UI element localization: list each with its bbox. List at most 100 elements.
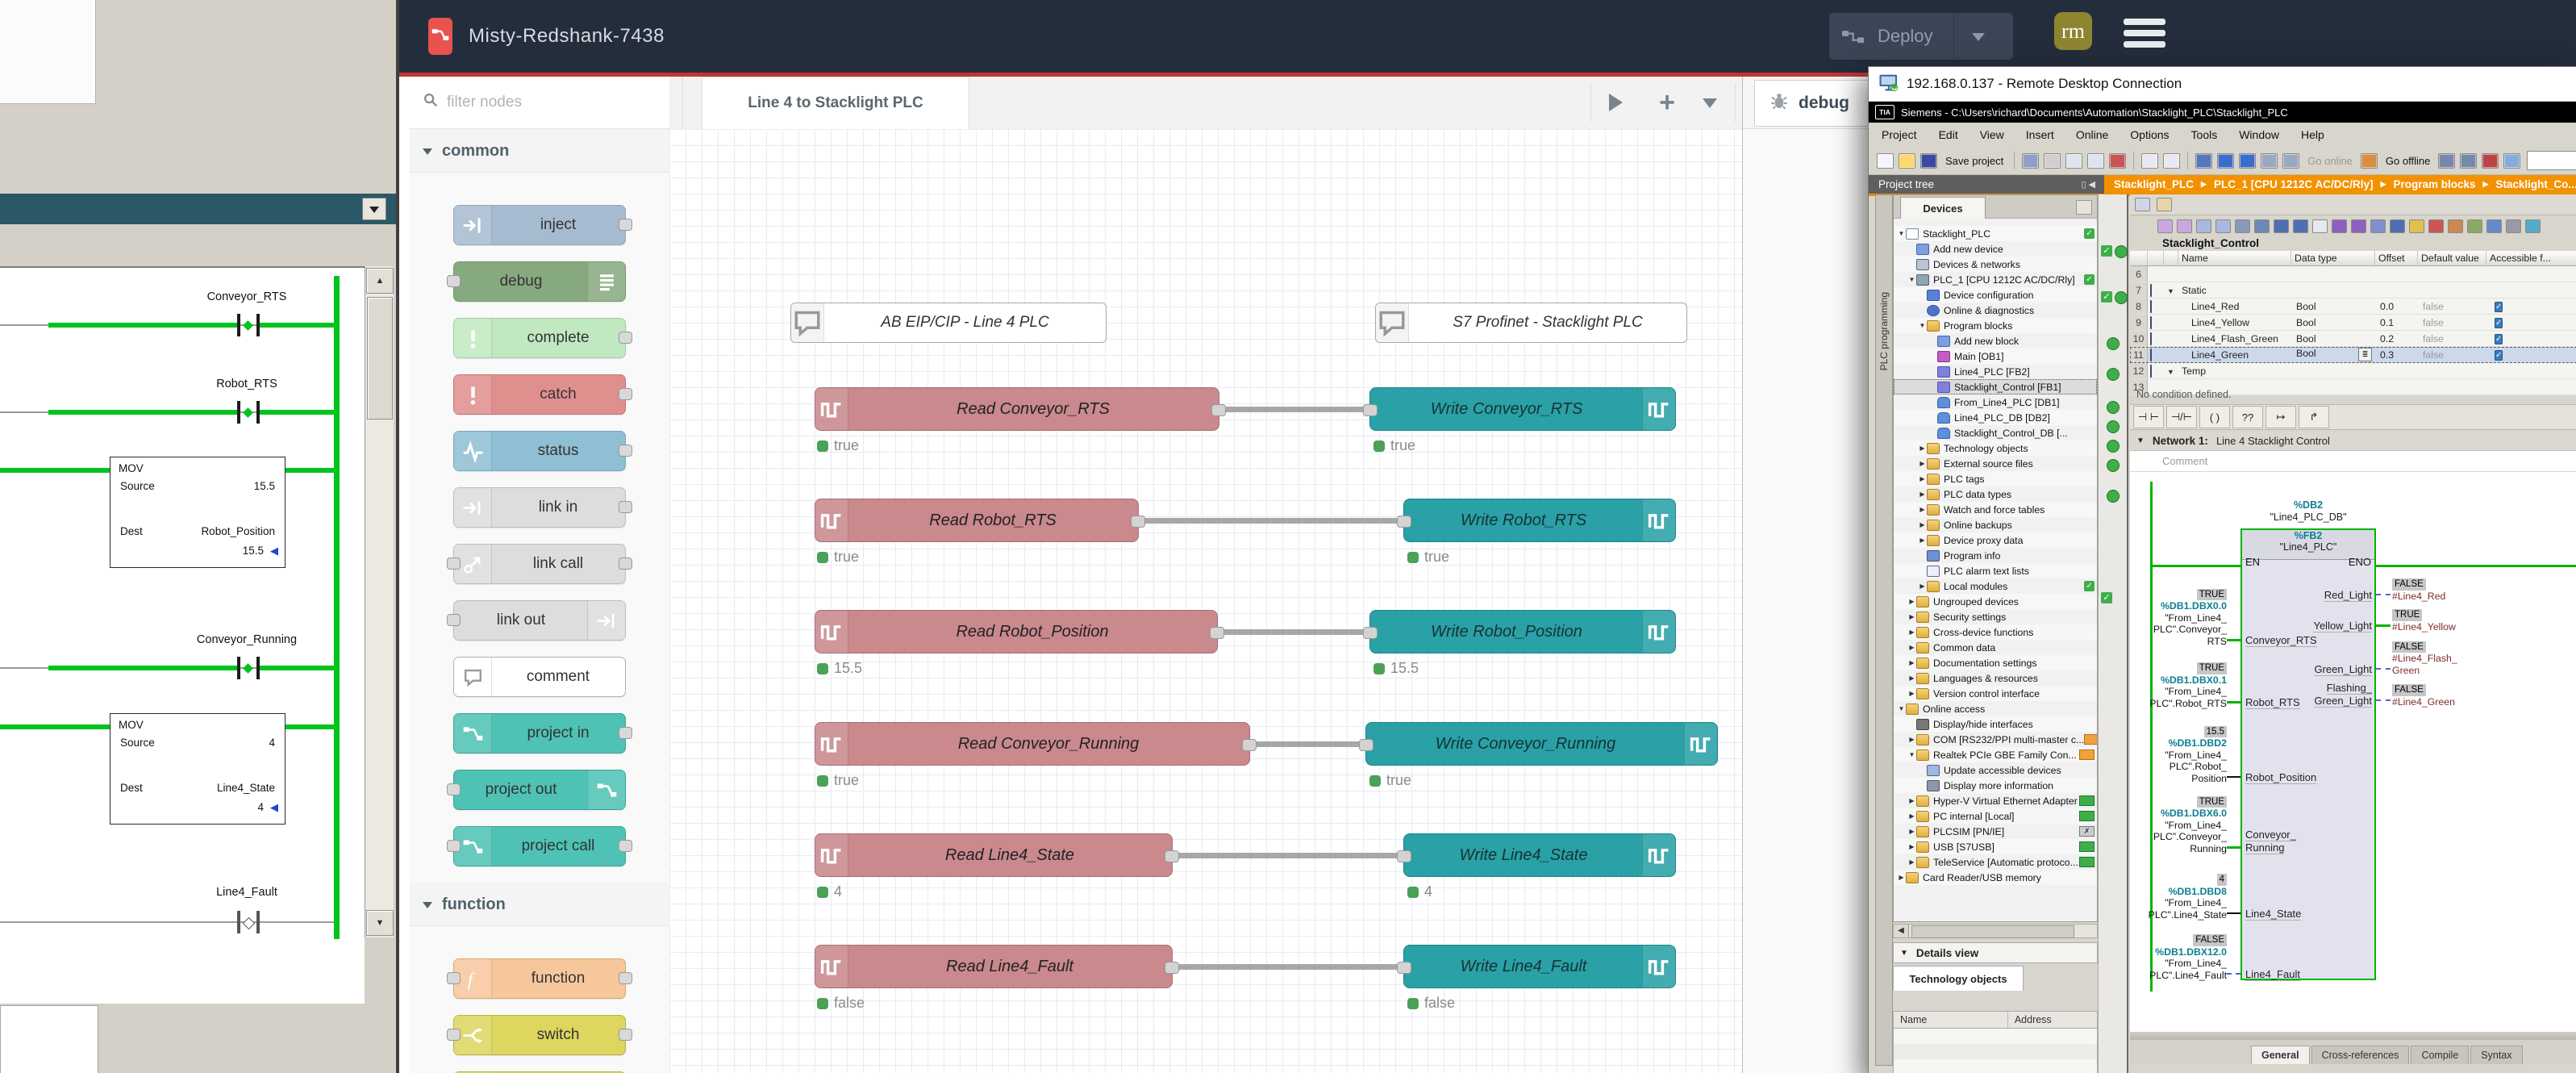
editor-toolbar-icon[interactable] (2486, 219, 2502, 233)
tree-item[interactable]: Program info (1894, 548, 2097, 563)
tab-compile[interactable]: Compile (2411, 1046, 2469, 1064)
node-Read-Line4_Fault[interactable]: Read Line4_Fault (815, 945, 1173, 988)
node-Write-Robot_Position[interactable]: Write Robot_Position (1369, 610, 1676, 653)
tree-item[interactable]: ▶ Card Reader/USB memory (1894, 870, 2097, 885)
tree-item[interactable]: ▶ COM [RS232/PPI multi-master c... (1894, 732, 2097, 747)
node-Read-Conveyor_RTS[interactable]: Read Conveyor_RTS (815, 387, 1219, 431)
tab-syntax[interactable]: Syntax (2470, 1046, 2522, 1064)
input-pin-Line4_State[interactable]: Line4_State (2245, 908, 2301, 921)
tree-item[interactable]: ▶ USB [S7USB] (1894, 839, 2097, 854)
output-operand[interactable]: FALSE#Line4_Flash_Green (2392, 641, 2457, 677)
input-pin-Conveyor_Running[interactable]: Conveyor_Running (2245, 829, 2296, 854)
node-Write-Robot_RTS[interactable]: Write Robot_RTS (1403, 499, 1676, 542)
output-operand[interactable]: FALSE#Line4_Red (2392, 578, 2445, 602)
go-offline-button[interactable]: Go offline (2386, 155, 2430, 167)
input-operand[interactable]: 15.5%DB1.DBD2"From_Line4_PLC".Robot_Posi… (2165, 725, 2227, 785)
tree-item[interactable]: ▶ Technology objects (1894, 440, 2097, 456)
ladder-tool-icon[interactable]: ⊣ ⊢ (2133, 406, 2164, 428)
tree-item[interactable]: ▶ Watch and force tables (1894, 502, 2097, 517)
output-port[interactable] (619, 445, 632, 457)
node-Read-Conveyor_Running[interactable]: Read Conveyor_Running (815, 722, 1250, 766)
tia-ladder-canvas[interactable]: %DB2"Line4_PLC_DB" %FB2"Line4_PLC"ENENOC… (2130, 472, 2576, 1032)
output-pin-Green_Light[interactable]: Green_Light (2243, 663, 2372, 676)
menu-tools[interactable]: Tools (2191, 128, 2218, 141)
editor-icon[interactable] (2157, 198, 2172, 211)
toolbar-icon[interactable] (1920, 153, 1937, 169)
editor-toolbar-icon[interactable] (2332, 219, 2347, 233)
tree-horizontal-scrollbar[interactable]: ◀ (1893, 924, 2098, 938)
mov-instruction[interactable]: MOV Source4 DestLine4_State 4◀ (110, 713, 286, 825)
node-Read-Robot_RTS[interactable]: Read Robot_RTS (815, 499, 1139, 542)
input-port[interactable] (447, 557, 461, 570)
ladder-tag-Conveyor_Running[interactable]: Conveyor_Running (150, 633, 344, 646)
comment-node[interactable]: AB EIP/CIP - Line 4 PLC (790, 303, 1107, 343)
breadcrumb-item[interactable]: Stacklight_Co... (2495, 178, 2576, 190)
wire[interactable] (1136, 518, 1407, 524)
toolbar-icon[interactable] (2239, 153, 2256, 169)
deploy-options-icon[interactable] (1972, 33, 1985, 48)
node-Write-Line4_Fault[interactable]: Write Line4_Fault (1403, 945, 1676, 988)
menu-insert[interactable]: Insert (2026, 128, 2054, 141)
tab-general[interactable]: General (2251, 1046, 2310, 1064)
details-col-address[interactable]: Address (2008, 1012, 2097, 1028)
mov-instruction[interactable]: MOV Source15.5 DestRobot_Position 15.5◀ (110, 457, 286, 568)
avatar[interactable]: rm (2054, 12, 2092, 50)
toolbar-icon[interactable] (1899, 153, 1915, 169)
input-port[interactable] (447, 614, 461, 626)
table-row[interactable]: 9 Line4_Yellow Bool0.1 false ✓ (2130, 315, 2576, 331)
node-Write-Line4_State[interactable]: Write Line4_State (1403, 833, 1676, 877)
output-port[interactable] (619, 972, 632, 984)
tree-item[interactable]: Main [OB1] (1894, 349, 2097, 364)
menu-online[interactable]: Online (2076, 128, 2108, 141)
tree-item[interactable]: ▶ TeleService [Automatic protoco... (1894, 854, 2097, 870)
wire[interactable] (1169, 853, 1407, 858)
breadcrumb-item[interactable]: Program blocks (2393, 178, 2475, 190)
editor-toolbar-icon[interactable] (2428, 219, 2444, 233)
input-operand[interactable]: FALSE%DB1.DBX12.0"From_Line4_PLC".Line4_… (2149, 933, 2227, 981)
tree-item[interactable]: ▼ PLC_1 [CPU 1212C AC/DC/Rly]✓ (1894, 272, 2097, 287)
editor-toolbar-icon[interactable] (2215, 219, 2231, 233)
toolbar-icon[interactable] (2141, 153, 2158, 169)
output-port[interactable] (619, 219, 632, 231)
editor-toolbar-icon[interactable] (2312, 219, 2328, 233)
comment-node[interactable]: S7 Profinet - Stacklight PLC (1375, 303, 1687, 343)
details-view-header[interactable]: ▼Details view (1893, 942, 2098, 963)
toolbar-icon[interactable] (1877, 153, 1894, 169)
table-row[interactable]: 7▼ Static (2130, 282, 2576, 299)
table-row[interactable]: 10 Line4_Flash_Green Bool0.2 false ✓ (2130, 331, 2576, 347)
palette-node-complete[interactable]: complete (453, 318, 626, 358)
palette-node-function[interactable]: f function (453, 958, 626, 999)
editor-toolbar-icon[interactable] (2157, 219, 2173, 233)
network-comment[interactable]: Comment (2130, 451, 2576, 472)
tree-item[interactable]: ▼ Program blocks (1894, 318, 2097, 333)
breadcrumb-item[interactable]: PLC_1 [CPU 1212C AC/DC/Rly] (2214, 178, 2374, 190)
input-port[interactable] (447, 972, 461, 984)
tia-titlebar[interactable]: TIA Siemens - C:\Users\richard\Documents… (1869, 102, 2576, 123)
tree-item[interactable]: Online & diagnostics (1894, 303, 2097, 318)
input-operand[interactable]: TRUE%DB1.DBX6.0"From_Line4_PLC".Conveyor… (2153, 795, 2227, 855)
ladder-tag-Conveyor_RTS[interactable]: Conveyor_RTS (150, 290, 344, 303)
plc-programming-strip[interactable]: PLC programming (1875, 194, 1893, 1066)
project-tree-header[interactable]: Project tree▯◀ (1869, 175, 2104, 196)
output-port[interactable] (619, 727, 632, 739)
editor-toolbar-icon[interactable] (2448, 219, 2463, 233)
collapse-icon[interactable]: ▼ (2136, 436, 2145, 445)
tree-item[interactable]: From_Line4_PLC [DB1] (1894, 395, 2097, 410)
tab-cross-references[interactable]: Cross-references (2311, 1046, 2410, 1064)
tree-item[interactable]: ▶ PC internal [Local] (1894, 808, 2097, 824)
palette-node-project-call[interactable]: project call (453, 826, 626, 866)
network-header[interactable]: ▼ Network 1: Line 4 Stacklight Control (2130, 432, 2576, 451)
tree-item[interactable]: ▶ Version control interface (1894, 686, 2097, 701)
menu-project[interactable]: Project (1882, 128, 1917, 141)
wire[interactable] (1215, 629, 1373, 635)
tree-item[interactable]: ▶ External source files (1894, 456, 2097, 471)
flow-canvas[interactable]: AB EIP/CIP - Line 4 PLC S7 Profinet - St… (669, 129, 1742, 1073)
menu-window[interactable]: Window (2239, 128, 2279, 141)
editor-icon[interactable] (2135, 198, 2150, 211)
output-port[interactable] (619, 840, 632, 852)
toolbar-icon[interactable] (2482, 153, 2499, 169)
toolbar-icon[interactable] (2065, 153, 2082, 169)
scrollbar-thumb[interactable] (367, 297, 393, 420)
run-flow-icon[interactable] (1609, 94, 1632, 111)
tab-devices[interactable]: Devices (1900, 197, 1986, 219)
